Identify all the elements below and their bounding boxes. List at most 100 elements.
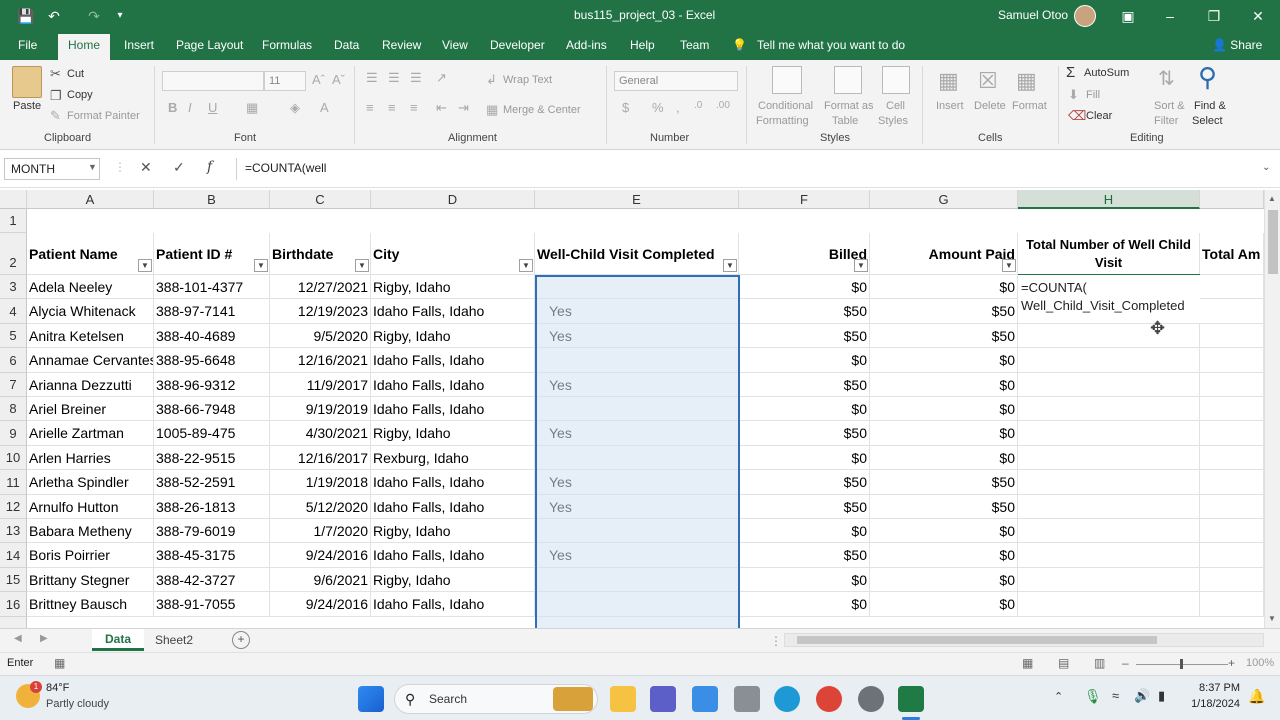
column-header-f[interactable]: F	[739, 190, 870, 209]
macro-record-icon[interactable]: ▦	[54, 656, 65, 670]
cell-city[interactable]: Idaho Falls, Idaho	[371, 299, 535, 324]
cell-total-amount[interactable]	[1200, 446, 1264, 470]
cell-total-amount[interactable]	[1200, 568, 1264, 592]
column-header-h[interactable]: H	[1018, 190, 1200, 209]
cell-total-well-child[interactable]	[1018, 373, 1200, 397]
cell-amount-paid[interactable]: $0	[870, 373, 1018, 397]
cell-total-well-child[interactable]	[1018, 397, 1200, 421]
row-header[interactable]: 14	[0, 543, 27, 568]
decrease-font-icon[interactable]: Aˇ	[332, 72, 345, 87]
battery-icon[interactable]: ▮	[1158, 688, 1165, 704]
cell-billed[interactable]: $0	[739, 348, 870, 373]
horizontal-scrollbar[interactable]	[784, 633, 1264, 647]
decrease-indent-icon[interactable]: ⇤	[436, 100, 447, 116]
tab-developer[interactable]: Developer	[490, 38, 545, 52]
sheet-prev-icon[interactable]: ◀	[14, 633, 22, 644]
teams-icon[interactable]	[650, 686, 676, 712]
wrap-text-button[interactable]: Wrap Text	[503, 74, 552, 86]
cell-birthdate[interactable]: 12/19/2023	[270, 299, 371, 324]
cell-amount-paid[interactable]: $0	[870, 421, 1018, 446]
header-city[interactable]: City	[371, 233, 535, 275]
filter-dropdown-icon[interactable]: ▼	[1002, 259, 1016, 272]
column-header-b[interactable]: B	[154, 190, 270, 209]
header-total-well-child[interactable]: Total Number of Well Child Visit	[1018, 233, 1200, 275]
cell-total-well-child[interactable]	[1018, 568, 1200, 592]
edit-cell-h3[interactable]: =COUNTA( Well_Child_Visit_Completed	[1018, 275, 1200, 323]
paste-button[interactable]: Paste	[13, 100, 41, 112]
conditional-formatting-button[interactable]: Conditional	[758, 100, 813, 112]
header-amount-paid[interactable]: Amount Paid	[870, 233, 1018, 275]
cell-billed[interactable]: $0	[739, 397, 870, 421]
cell-styles-button[interactable]: Cell	[886, 100, 905, 112]
sort-filter-button[interactable]: Sort &	[1154, 100, 1185, 112]
row-header[interactable]: 15	[0, 568, 27, 592]
borders-icon[interactable]: ▦	[246, 100, 258, 116]
cell-billed[interactable]: $0	[739, 446, 870, 470]
cell-billed[interactable]: $50	[739, 495, 870, 519]
tab-team[interactable]: Team	[680, 38, 709, 52]
cell-billed[interactable]: $0	[739, 592, 870, 617]
tab-add-ins[interactable]: Add-ins	[566, 38, 607, 52]
column-header-c[interactable]: C	[270, 190, 371, 209]
cell-birthdate[interactable]: 12/16/2017	[270, 446, 371, 470]
clock-time[interactable]: 8:37 PM	[1190, 682, 1240, 694]
cell-patient-name[interactable]: Arlen Harries	[27, 446, 154, 470]
row-header[interactable]: 13	[0, 519, 27, 543]
cell-total-amount[interactable]	[1200, 348, 1264, 373]
tab-page-layout[interactable]: Page Layout	[176, 38, 243, 52]
underline-icon[interactable]: U	[208, 100, 217, 115]
excel-icon[interactable]	[898, 686, 924, 712]
cell-patient-name[interactable]: Ariel Breiner	[27, 397, 154, 421]
cell-well-child-visit[interactable]	[535, 275, 739, 299]
cell-total-amount[interactable]	[1200, 397, 1264, 421]
filter-dropdown-icon[interactable]: ▼	[519, 259, 533, 272]
weather-temp[interactable]: 84°F	[46, 682, 69, 694]
currency-icon[interactable]: $	[622, 100, 629, 115]
decrease-decimal-icon[interactable]: .00	[716, 100, 730, 111]
cut-button[interactable]: Cut	[67, 68, 84, 80]
font-color-icon[interactable]: A	[320, 100, 329, 115]
increase-indent-icon[interactable]: ⇥	[458, 100, 469, 116]
bold-icon[interactable]: B	[168, 100, 177, 115]
cell-billed[interactable]: $50	[739, 543, 870, 568]
increase-font-icon[interactable]: Aˆ	[312, 72, 325, 87]
cell-patient-name[interactable]: Alycia Whitenack	[27, 299, 154, 324]
insert-function-icon[interactable]: f	[207, 159, 212, 175]
scroll-thumb[interactable]	[1268, 210, 1278, 274]
cell-patient-id[interactable]: 388-45-3175	[154, 543, 270, 568]
merge-center-button[interactable]: Merge & Center	[503, 104, 581, 116]
cell-well-child-visit[interactable]	[535, 397, 739, 421]
cell-total-well-child[interactable]	[1018, 495, 1200, 519]
cell-total-well-child[interactable]	[1018, 519, 1200, 543]
cell-patient-name[interactable]: Arletha Spindler	[27, 470, 154, 495]
cell-total-amount[interactable]	[1200, 299, 1264, 324]
cell-patient-name[interactable]: Annamae Cervantes	[27, 348, 154, 373]
undo-icon[interactable]: ↶	[44, 6, 64, 26]
cell-total-amount[interactable]	[1200, 495, 1264, 519]
cell-well-child-visit[interactable]: Yes	[535, 324, 739, 348]
zoom-slider-thumb[interactable]	[1180, 659, 1183, 669]
cell-total-amount[interactable]	[1200, 373, 1264, 397]
cell-birthdate[interactable]: 11/9/2017	[270, 373, 371, 397]
autosum-button[interactable]: AutoSum	[1084, 67, 1129, 79]
row-header[interactable]	[0, 617, 27, 628]
cell-patient-id[interactable]: 388-96-9312	[154, 373, 270, 397]
cell-well-child-visit[interactable]: Yes	[535, 299, 739, 324]
edge-icon[interactable]	[774, 686, 800, 712]
cell-city[interactable]: Rexburg, Idaho	[371, 446, 535, 470]
number-format-dropdown[interactable]: General	[614, 71, 738, 91]
store-icon[interactable]	[692, 686, 718, 712]
cell-patient-name[interactable]: Boris Poirrier	[27, 543, 154, 568]
zoom-in-icon[interactable]: +	[1228, 656, 1235, 670]
share-button[interactable]: 👤 Share	[1212, 38, 1262, 52]
cell-amount-paid[interactable]: $50	[870, 324, 1018, 348]
row-header[interactable]: 4	[0, 299, 27, 324]
notifications-icon[interactable]: 🔔	[1248, 688, 1265, 705]
comma-icon[interactable]: ,	[676, 100, 680, 115]
cell-well-child-visit[interactable]: Yes	[535, 495, 739, 519]
cell-patient-id[interactable]: 388-52-2591	[154, 470, 270, 495]
cell-well-child-visit[interactable]: Yes	[535, 543, 739, 568]
row-header[interactable]: 12	[0, 495, 27, 519]
cell-city[interactable]: Rigby, Idaho	[371, 421, 535, 446]
cell-total-well-child[interactable]	[1018, 592, 1200, 617]
